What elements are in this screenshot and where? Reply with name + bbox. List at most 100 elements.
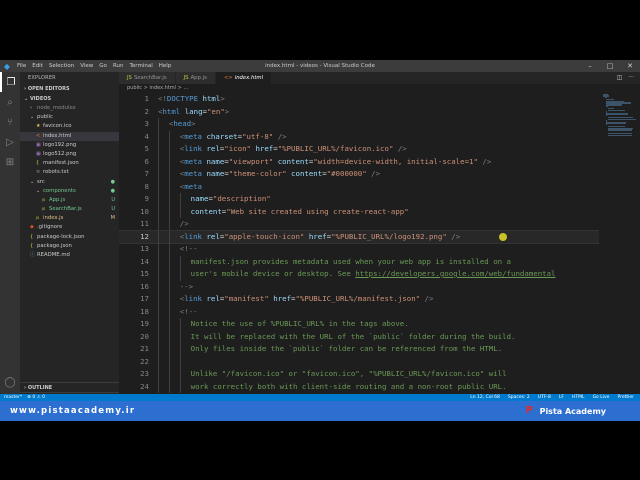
indent-guide (179, 343, 181, 356)
code-line[interactable]: 23 Unlike "/favicon.ico" or "favicon.ico"… (119, 368, 599, 381)
indent-guide (168, 318, 170, 331)
tree-item-label: .gitignore (37, 224, 63, 231)
code-text: <link rel="manifest" href="%PUBLIC_URL%/… (180, 293, 434, 306)
code-line[interactable]: 20 It will be replaced with the URL of th… (119, 330, 599, 343)
tree-item[interactable]: ⌄ src ● (20, 178, 119, 187)
code-line[interactable]: 8 <meta (119, 180, 599, 193)
minimize-icon[interactable]: – (580, 60, 600, 72)
code-line[interactable]: 6 <meta name="viewport" content="width=de… (119, 155, 599, 168)
status-right-item[interactable]: HTML (572, 395, 585, 400)
tree-item[interactable]: JS SearchBar.js U (20, 205, 119, 214)
code-line[interactable]: 11 /> (119, 218, 599, 231)
code-token: href (273, 294, 292, 303)
tree-item[interactable]: JS App.js U (20, 196, 119, 205)
extensions-icon[interactable]: ⊞ (0, 152, 20, 172)
minimap[interactable] (599, 93, 640, 412)
tree-item[interactable]: ▣ logo512.png (20, 150, 119, 159)
code-line[interactable]: 12 <link rel="apple-touch-icon" href="%PU… (119, 229, 599, 244)
menu-item-run[interactable]: Run (113, 63, 124, 69)
status-right-item[interactable]: Prettier (617, 395, 634, 400)
indent-guide (168, 255, 170, 268)
tree-item[interactable]: {package.json (20, 242, 119, 251)
open-editors-section[interactable]: › OPEN EDITORS (20, 84, 119, 94)
tab-searchbar-js[interactable]: JS SearchBar.js (119, 72, 176, 84)
line-number: 16 (140, 281, 149, 291)
code-line[interactable]: 19 Notice the use of %PUBLIC_URL% in the … (119, 318, 599, 331)
code-line[interactable]: 3 <head> (119, 118, 599, 131)
panel-outline[interactable]: › OUTLINE (20, 382, 119, 392)
status-right-item[interactable]: Ln 12, Col 68 (470, 395, 500, 400)
menu-item-file[interactable]: File (17, 63, 26, 69)
tree-item[interactable]: {package-lock.json (20, 233, 119, 242)
file-tree: › node_modules ⌄ public ★ favicon.ico < index.h… (20, 104, 119, 260)
tree-item[interactable]: ≡ robots.txt (20, 168, 119, 177)
tree-item[interactable]: ⓘ README.md (20, 251, 119, 260)
tree-item[interactable]: ⌄ public (20, 113, 119, 122)
code-line[interactable]: 24 work correctly both with client-side r… (119, 380, 599, 393)
menu-item-view[interactable]: View (80, 63, 93, 69)
code-line[interactable]: 15 user's mobile device or desktop. See h… (119, 268, 599, 281)
code-line[interactable]: 22 (119, 355, 599, 368)
status-left-item[interactable]: ⊗ 0 ⚠ 0 (27, 395, 45, 400)
status-bar: master* ⊗ 0 ⚠ 0 Ln 12, Col 68 Spaces: 2 UTF… (0, 394, 640, 401)
tree-item[interactable]: ◆ .gitignore (20, 223, 119, 232)
code-token: /> (451, 231, 461, 241)
account-icon[interactable]: ◯ (0, 372, 20, 392)
code-line[interactable]: 14 manifest.json provides metadata used w… (119, 255, 599, 268)
search-icon[interactable]: ⌕ (0, 92, 20, 112)
run-debug-icon[interactable]: ▷ (0, 132, 20, 152)
tree-item[interactable]: ★ favicon.ico (20, 122, 119, 131)
tree-item[interactable]: < index.html (20, 131, 119, 141)
tree-item[interactable]: {manifest.json (20, 159, 119, 168)
more-actions-icon[interactable]: ··· (628, 72, 634, 84)
explorer-icon[interactable]: ❐ (0, 72, 20, 92)
tab-index-html[interactable]: <> index.html (215, 72, 273, 84)
source-control-icon[interactable]: ⑂ (0, 112, 20, 132)
code-line[interactable]: 2 <html lang="en"> (119, 106, 599, 119)
code-text: <!-- (180, 306, 198, 319)
git-status-badge: U (111, 196, 115, 203)
menu-item-help[interactable]: Help (159, 63, 172, 69)
code-line[interactable]: 13 <!-- (119, 243, 599, 256)
code-line[interactable]: 7 <meta name="theme-color" content="#0000… (119, 168, 599, 181)
tree-item[interactable]: › node_modules (20, 104, 119, 113)
code-line[interactable]: 4 <meta charset="utf-8" /> (119, 130, 599, 143)
status-right-item[interactable]: Go Live (593, 395, 610, 400)
tab-app-js[interactable]: JS App.js (175, 72, 216, 84)
tree-item-label: node_modules (37, 105, 76, 111)
code-line[interactable]: 17 <link rel="manifest" href="%PUBLIC_URL… (119, 293, 599, 306)
indent-guide (158, 280, 159, 293)
indent-guide (168, 280, 170, 293)
menu-item-edit[interactable]: Edit (32, 63, 43, 69)
code-line[interactable]: 5 <link rel="icon" href="%PUBLIC_URL%/fav… (119, 143, 599, 156)
indent-guide (158, 343, 159, 356)
code-line[interactable]: 16 --> (119, 280, 599, 294)
code-editor[interactable]: 1 <!DOCTYPE html> 2 <html lang="en"> 3 <head>… (119, 93, 599, 412)
menu-item-go[interactable]: Go (99, 63, 107, 69)
menu-item-selection[interactable]: Selection (49, 63, 74, 69)
code-token: href (255, 144, 274, 153)
status-right-item[interactable]: LF (559, 395, 564, 400)
menu-item-terminal[interactable]: Terminal (129, 63, 152, 69)
status-right-item[interactable]: Spaces: 2 (508, 395, 530, 400)
code-line[interactable]: 10 content="Web site created using create… (119, 205, 599, 218)
close-icon[interactable]: ✕ (620, 60, 640, 72)
tree-item[interactable]: ▣ logo192.png (20, 141, 119, 150)
code-line[interactable]: 18 <!-- (119, 305, 599, 319)
tree-item[interactable]: ⌄ components ● (20, 187, 119, 196)
lightbulb-icon[interactable] (499, 232, 507, 241)
breadcrumb[interactable]: public > index.html > ... (119, 84, 640, 93)
code-line[interactable]: 1 <!DOCTYPE html> (119, 93, 599, 106)
code-token: content (190, 206, 222, 216)
editor-tabs: JS SearchBar.js JS App.js <> index.html ◫ ··· (119, 72, 640, 84)
project-section[interactable]: ⌄ VIDEOS (20, 94, 119, 104)
title-bar: ◆ File Edit Selection View Go Run Terminal Help… (0, 60, 640, 72)
status-left-item[interactable]: master* (4, 395, 22, 400)
status-right-item[interactable]: UTF-8 (538, 395, 551, 400)
maximize-icon[interactable]: □ (600, 60, 620, 72)
tree-item[interactable]: JS index.js M (20, 214, 119, 223)
split-editor-icon[interactable]: ◫ (617, 72, 623, 84)
code-line[interactable]: 21 Only files inside the `public` folder … (119, 343, 599, 356)
code-line[interactable]: 9 name="description" (119, 193, 599, 206)
code-text: --> (180, 281, 193, 294)
